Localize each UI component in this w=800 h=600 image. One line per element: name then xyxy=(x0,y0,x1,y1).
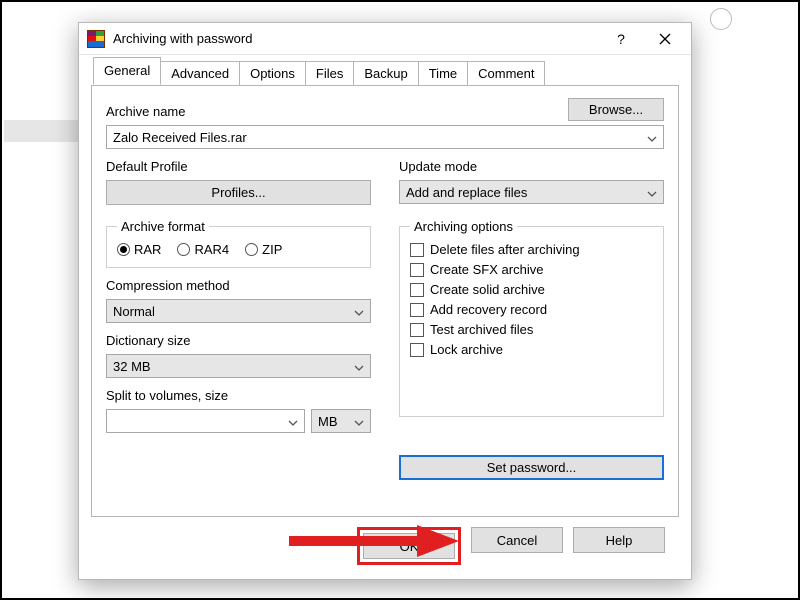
archive-format-legend: Archive format xyxy=(117,219,209,234)
checkbox-icon xyxy=(410,283,424,297)
checkbox-icon xyxy=(410,343,424,357)
dictionary-size-value: 32 MB xyxy=(113,359,151,374)
chevron-down-icon xyxy=(354,361,364,371)
browse-button[interactable]: Browse... xyxy=(568,98,664,121)
set-password-button[interactable]: Set password... xyxy=(399,455,664,480)
radio-dot-icon xyxy=(177,243,190,256)
compression-method-label: Compression method xyxy=(106,278,371,293)
update-mode-value: Add and replace files xyxy=(406,185,527,200)
tab-time[interactable]: Time xyxy=(418,61,468,86)
checkbox-icon xyxy=(410,323,424,337)
archive-settings-dialog: Archiving with password ? General Advanc… xyxy=(78,22,692,580)
dialog-footer: OK Cancel Help xyxy=(91,517,679,569)
chevron-down-icon xyxy=(647,187,657,197)
dictionary-size-label: Dictionary size xyxy=(106,333,371,348)
check-test[interactable]: Test archived files xyxy=(410,322,653,337)
tab-backup[interactable]: Backup xyxy=(353,61,418,86)
ok-button[interactable]: OK xyxy=(363,533,455,559)
check-test-label: Test archived files xyxy=(430,322,533,337)
split-volumes-label: Split to volumes, size xyxy=(106,388,371,403)
titlebar: Archiving with password ? xyxy=(79,23,691,55)
help-footer-button[interactable]: Help xyxy=(573,527,665,553)
check-sfx[interactable]: Create SFX archive xyxy=(410,262,653,277)
checkbox-icon xyxy=(410,243,424,257)
archive-name-value: Zalo Received Files.rar xyxy=(113,130,247,145)
chevron-down-icon xyxy=(288,416,298,426)
update-mode-combo[interactable]: Add and replace files xyxy=(399,180,664,204)
close-button[interactable] xyxy=(643,24,687,54)
tabstrip: General Advanced Options Files Backup Ti… xyxy=(93,59,679,85)
default-profile-label: Default Profile xyxy=(106,159,371,174)
chevron-down-icon xyxy=(354,416,364,426)
split-unit-combo[interactable]: MB xyxy=(311,409,371,433)
tab-panel-general: Archive name Browse... Zalo Received Fil… xyxy=(91,85,679,517)
background-selection-strip xyxy=(4,120,78,142)
close-icon xyxy=(659,33,671,45)
checkbox-icon xyxy=(410,263,424,277)
background-toolbar-fragment xyxy=(706,4,796,34)
set-password-label: Set password... xyxy=(487,460,577,475)
split-unit-value: MB xyxy=(318,414,338,429)
compression-method-combo[interactable]: Normal xyxy=(106,299,371,323)
radio-rar[interactable]: RAR xyxy=(117,242,161,257)
archive-format-group: Archive format RAR RAR4 xyxy=(106,219,371,268)
archive-name-label: Archive name xyxy=(106,104,556,119)
cancel-button[interactable]: Cancel xyxy=(471,527,563,553)
radio-dot-icon xyxy=(245,243,258,256)
radio-rar4-label: RAR4 xyxy=(194,242,229,257)
check-lock-label: Lock archive xyxy=(430,342,503,357)
tab-options[interactable]: Options xyxy=(239,61,306,86)
radio-zip[interactable]: ZIP xyxy=(245,242,282,257)
radio-rar4[interactable]: RAR4 xyxy=(177,242,229,257)
ok-highlight-annotation: OK xyxy=(357,527,461,565)
check-lock[interactable]: Lock archive xyxy=(410,342,653,357)
tab-advanced[interactable]: Advanced xyxy=(160,61,240,86)
check-sfx-label: Create SFX archive xyxy=(430,262,543,277)
radio-rar-label: RAR xyxy=(134,242,161,257)
chevron-down-icon xyxy=(647,132,657,142)
check-recovery-label: Add recovery record xyxy=(430,302,547,317)
split-size-input[interactable] xyxy=(106,409,305,433)
checkbox-icon xyxy=(410,303,424,317)
help-button[interactable]: ? xyxy=(599,24,643,54)
radio-dot-icon xyxy=(117,243,130,256)
profiles-button[interactable]: Profiles... xyxy=(106,180,371,205)
check-recovery[interactable]: Add recovery record xyxy=(410,302,653,317)
check-delete-after-label: Delete files after archiving xyxy=(430,242,580,257)
check-solid-label: Create solid archive xyxy=(430,282,545,297)
chevron-down-icon xyxy=(354,306,364,316)
radio-zip-label: ZIP xyxy=(262,242,282,257)
window-title: Archiving with password xyxy=(113,31,599,46)
tab-comment[interactable]: Comment xyxy=(467,61,545,86)
compression-method-value: Normal xyxy=(113,304,155,319)
winrar-app-icon xyxy=(87,30,105,48)
update-mode-label: Update mode xyxy=(399,159,664,174)
archiving-options-group: Archiving options Delete files after arc… xyxy=(399,219,664,417)
archiving-options-legend: Archiving options xyxy=(410,219,517,234)
archive-name-input[interactable]: Zalo Received Files.rar xyxy=(106,125,664,149)
check-solid[interactable]: Create solid archive xyxy=(410,282,653,297)
check-delete-after[interactable]: Delete files after archiving xyxy=(410,242,653,257)
dictionary-size-combo[interactable]: 32 MB xyxy=(106,354,371,378)
tab-files[interactable]: Files xyxy=(305,61,354,86)
tab-general[interactable]: General xyxy=(93,57,161,85)
